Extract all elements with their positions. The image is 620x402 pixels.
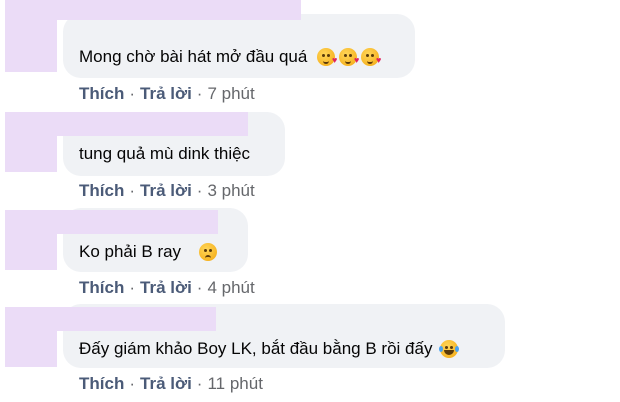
comment-text: Mong chờ bài hát mở đầu quá ♥ ♥ ♥ xyxy=(79,47,381,67)
separator-dot: · xyxy=(129,181,136,200)
separator-dot: · xyxy=(196,181,203,200)
comment-actions: Thích · Trả lời · 7 phút xyxy=(79,84,255,104)
comment-actions: Thích · Trả lời · 11 phút xyxy=(79,374,263,394)
comment-time[interactable]: 4 phút xyxy=(207,278,254,297)
redacted-avatar xyxy=(5,20,57,72)
kissing-heart-emoji: ♥ xyxy=(339,48,359,66)
comment-actions: Thích · Trả lời · 4 phút xyxy=(79,278,255,298)
comment-actions: Thích · Trả lời · 3 phút xyxy=(79,181,255,201)
redacted-avatar xyxy=(5,136,57,172)
redacted-avatar xyxy=(5,234,57,270)
comment-body: Mong chờ bài hát mở đầu quá xyxy=(79,47,308,66)
like-link[interactable]: Thích xyxy=(79,181,124,200)
comment-body: Đấy giám khảo Boy LK, bắt đầu bằng B rồi… xyxy=(79,339,433,358)
separator-dot: · xyxy=(129,84,136,103)
separator-dot: · xyxy=(196,278,203,297)
separator-dot: · xyxy=(196,374,203,393)
like-link[interactable]: Thích xyxy=(79,84,124,103)
comment-body: tung quả mù dink thiệc xyxy=(79,144,251,163)
like-link[interactable]: Thích xyxy=(79,278,124,297)
comment-body: Ko phải B ray xyxy=(79,242,182,261)
separator-dot: · xyxy=(196,84,203,103)
reply-link[interactable]: Trả lời xyxy=(140,374,192,393)
like-link[interactable]: Thích xyxy=(79,374,124,393)
disappointed-emoji xyxy=(199,243,218,261)
comment-time[interactable]: 11 phút xyxy=(207,374,262,393)
comment-text: Ko phải B ray xyxy=(79,242,218,262)
comment-time[interactable]: 3 phút xyxy=(207,181,254,200)
redacted-author-name xyxy=(5,0,301,20)
redacted-author-name xyxy=(5,210,218,234)
reply-link[interactable]: Trả lời xyxy=(140,84,192,103)
kissing-heart-emoji: ♥ xyxy=(361,48,381,66)
redacted-author-name xyxy=(5,112,248,136)
kissing-heart-emoji: ♥ xyxy=(317,48,337,66)
separator-dot: · xyxy=(129,278,136,297)
reply-link[interactable]: Trả lời xyxy=(140,278,192,297)
separator-dot: · xyxy=(129,374,136,393)
comment-time[interactable]: 7 phút xyxy=(207,84,254,103)
comment-bubble xyxy=(63,14,415,78)
redacted-avatar xyxy=(5,331,57,367)
rolling-laughing-emoji xyxy=(439,340,460,358)
comment-text: tung quả mù dink thiệc xyxy=(79,144,250,164)
reply-link[interactable]: Trả lời xyxy=(140,181,192,200)
comment-text: Đấy giám khảo Boy LK, bắt đầu bằng B rồi… xyxy=(79,339,460,359)
redacted-author-name xyxy=(5,307,216,331)
